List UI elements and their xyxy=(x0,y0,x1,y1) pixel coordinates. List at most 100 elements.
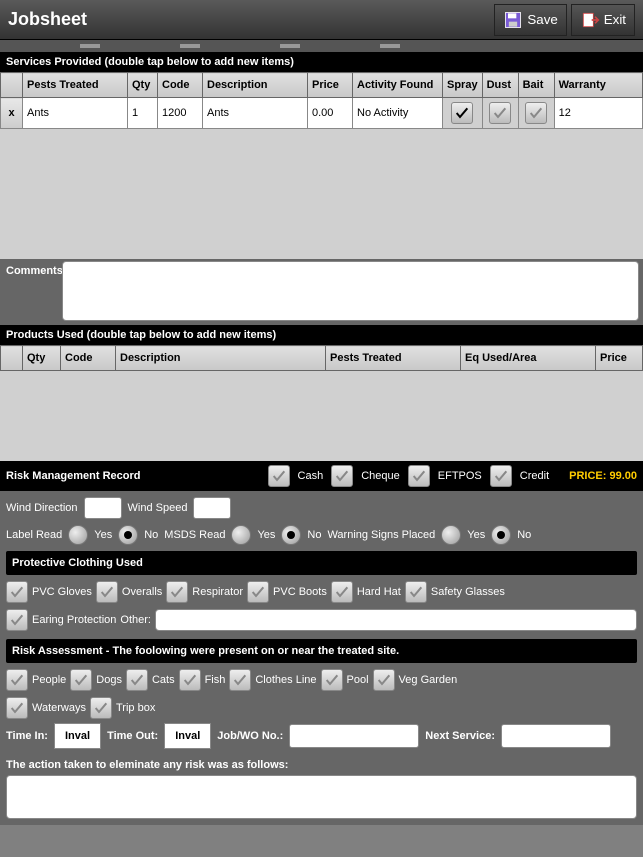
wind-dir-input[interactable] xyxy=(84,497,122,519)
dogs-checkbox[interactable] xyxy=(70,669,92,691)
pcol-desc: Description xyxy=(116,346,326,371)
col-code: Code xyxy=(158,73,203,98)
cash-label: Cash xyxy=(298,470,324,482)
action-input[interactable] xyxy=(6,775,637,819)
wind-speed-input[interactable] xyxy=(193,497,231,519)
timeout-value[interactable]: Inval xyxy=(164,723,211,749)
trip-checkbox[interactable] xyxy=(90,697,112,719)
col-dust: Dust xyxy=(482,73,518,98)
warning-yes[interactable] xyxy=(441,525,461,545)
cheque-checkbox[interactable] xyxy=(331,465,353,487)
glasses-checkbox[interactable] xyxy=(405,581,427,603)
exit-button[interactable]: Exit xyxy=(571,4,635,36)
cell-pests[interactable]: Ants xyxy=(23,98,128,129)
warning-label: Warning Signs Placed xyxy=(327,529,435,541)
tabs-indicator xyxy=(0,40,643,52)
cell-code[interactable]: 1200 xyxy=(158,98,203,129)
pcol-del xyxy=(1,346,23,371)
eftpos-checkbox[interactable] xyxy=(408,465,430,487)
delete-row-button[interactable]: x xyxy=(1,98,23,129)
services-table: Pests Treated Qty Code Description Price… xyxy=(0,72,643,129)
respirator-checkbox[interactable] xyxy=(166,581,188,603)
save-icon xyxy=(503,10,523,30)
gloves-checkbox[interactable] xyxy=(6,581,28,603)
service-row[interactable]: x Ants 1 1200 Ants 0.00 No Activity 12 xyxy=(1,98,643,129)
hardhat-checkbox[interactable] xyxy=(331,581,353,603)
cell-price[interactable]: 0.00 xyxy=(308,98,353,129)
label-read-label: Label Read xyxy=(6,529,62,541)
job-input[interactable] xyxy=(289,724,419,748)
col-pests: Pests Treated xyxy=(23,73,128,98)
col-warranty: Warranty xyxy=(554,73,642,98)
page-title: Jobsheet xyxy=(8,9,490,30)
col-desc: Description xyxy=(203,73,308,98)
people-checkbox[interactable] xyxy=(6,669,28,691)
pool-checkbox[interactable] xyxy=(321,669,343,691)
cell-bait[interactable] xyxy=(518,98,554,129)
wind-speed-label: Wind Speed xyxy=(128,502,188,514)
exit-icon xyxy=(580,10,600,30)
col-activity: Activity Found xyxy=(353,73,443,98)
pcol-price: Price xyxy=(596,346,643,371)
clothing-heading: Protective Clothing Used xyxy=(6,551,637,575)
action-label: The action taken to eleminate any risk w… xyxy=(6,759,637,771)
col-price: Price xyxy=(308,73,353,98)
msds-read-no[interactable] xyxy=(281,525,301,545)
boots-checkbox[interactable] xyxy=(247,581,269,603)
credit-label: Credit xyxy=(520,470,549,482)
comments-label: Comments xyxy=(0,259,62,325)
col-qty: Qty xyxy=(128,73,158,98)
warning-no[interactable] xyxy=(491,525,511,545)
earing-checkbox[interactable] xyxy=(6,609,28,631)
other-label: Other: xyxy=(120,614,151,626)
pcol-eq: Eq Used/Area xyxy=(461,346,596,371)
eftpos-label: EFTPOS xyxy=(438,470,482,482)
cheque-label: Cheque xyxy=(361,470,400,482)
water-checkbox[interactable] xyxy=(6,697,28,719)
cell-warranty[interactable]: 12 xyxy=(554,98,642,129)
comments-input[interactable] xyxy=(62,261,639,321)
timein-label: Time In: xyxy=(6,730,48,742)
risk-heading-bar: Risk Management Record Cash Cheque EFTPO… xyxy=(0,461,643,491)
cats-checkbox[interactable] xyxy=(126,669,148,691)
col-del xyxy=(1,73,23,98)
next-input[interactable] xyxy=(501,724,611,748)
col-bait: Bait xyxy=(518,73,554,98)
next-label: Next Service: xyxy=(425,730,495,742)
fish-checkbox[interactable] xyxy=(179,669,201,691)
price-display: PRICE: 99.00 xyxy=(569,470,637,482)
msds-read-yes[interactable] xyxy=(231,525,251,545)
other-input[interactable] xyxy=(155,609,637,631)
cash-checkbox[interactable] xyxy=(268,465,290,487)
pcol-code: Code xyxy=(61,346,116,371)
products-heading: Products Used (double tap below to add n… xyxy=(0,325,643,345)
msds-read-label: MSDS Read xyxy=(164,529,225,541)
credit-checkbox[interactable] xyxy=(490,465,512,487)
risk-heading: Risk Management Record xyxy=(6,470,140,482)
header-bar: Jobsheet Save Exit xyxy=(0,0,643,40)
pcol-pests: Pests Treated xyxy=(326,346,461,371)
veg-checkbox[interactable] xyxy=(373,669,395,691)
label-read-yes[interactable] xyxy=(68,525,88,545)
comments-section: Comments xyxy=(0,259,643,325)
timeout-label: Time Out: xyxy=(107,730,158,742)
cell-dust[interactable] xyxy=(482,98,518,129)
clothes-checkbox[interactable] xyxy=(229,669,251,691)
risk-panel: Wind Direction Wind Speed Label Read Yes… xyxy=(0,491,643,825)
label-read-no[interactable] xyxy=(118,525,138,545)
overalls-checkbox[interactable] xyxy=(96,581,118,603)
cell-spray[interactable] xyxy=(443,98,483,129)
products-empty-area[interactable] xyxy=(0,371,643,461)
col-spray: Spray xyxy=(443,73,483,98)
cell-qty[interactable]: 1 xyxy=(128,98,158,129)
pcol-qty: Qty xyxy=(23,346,61,371)
assessment-heading: Risk Assessment - The foolowing were pre… xyxy=(6,639,637,663)
services-empty-area[interactable] xyxy=(0,129,643,259)
wind-dir-label: Wind Direction xyxy=(6,502,78,514)
services-heading: Services Provided (double tap below to a… xyxy=(0,52,643,72)
cell-activity[interactable]: No Activity xyxy=(353,98,443,129)
cell-desc[interactable]: Ants xyxy=(203,98,308,129)
job-label: Job/WO No.: xyxy=(217,730,283,742)
save-button[interactable]: Save xyxy=(494,4,566,36)
timein-value[interactable]: Inval xyxy=(54,723,101,749)
